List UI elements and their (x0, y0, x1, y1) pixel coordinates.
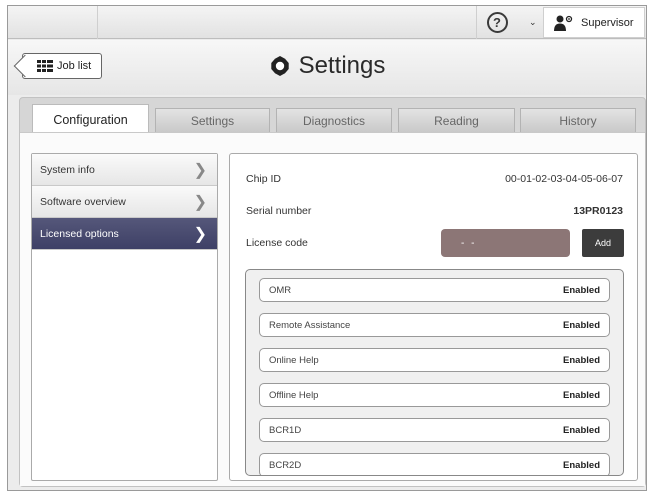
help-button[interactable]: ? (477, 9, 517, 36)
chevron-right-icon: ❯ (193, 194, 207, 211)
header: Job list Settings (8, 40, 646, 95)
chevron-right-icon: ❯ (193, 162, 207, 179)
list-item: Remote Assistance Enabled (259, 313, 610, 337)
chevron-right-icon: ❯ (193, 226, 207, 243)
chip-id-value: 00-01-02-03-04-05-06-07 (505, 173, 623, 185)
settings-panel: Configuration Settings Diagnostics Readi… (19, 97, 646, 487)
top-bar: ? ⌄ Supervisor (8, 6, 646, 39)
option-status: Enabled (563, 319, 600, 331)
menu-item-label: Licensed options (40, 227, 119, 240)
gear-icon (270, 56, 289, 76)
add-license-button[interactable]: Add (582, 229, 624, 257)
menu-item-system-info[interactable]: System info ❯ (32, 154, 217, 186)
chip-id-label: Chip ID (246, 173, 282, 185)
option-status: Enabled (563, 459, 600, 471)
user-role-label: Supervisor (581, 16, 634, 29)
tab-settings[interactable]: Settings (155, 108, 270, 133)
list-item: BCR1D Enabled (259, 418, 610, 442)
option-status: Enabled (563, 284, 600, 296)
option-name: BCR1D (269, 424, 302, 436)
tab-configuration[interactable]: Configuration (32, 104, 149, 134)
tab-history[interactable]: History (520, 108, 636, 133)
topbar-segment (8, 6, 98, 39)
tab-reading[interactable]: Reading (398, 108, 515, 133)
menu-item-label: System info (40, 163, 95, 176)
topbar-segment (98, 6, 477, 39)
user-button[interactable]: Supervisor (543, 7, 645, 38)
license-code-label: License code (246, 237, 308, 249)
list-item: Offline Help Enabled (259, 383, 610, 407)
tab-diagnostics[interactable]: Diagnostics (276, 108, 392, 133)
grid-icon (37, 60, 53, 72)
option-status: Enabled (563, 389, 600, 401)
page-title-group: Settings (8, 52, 646, 80)
serial-number-value: 13PR0123 (573, 205, 623, 217)
option-name: Remote Assistance (269, 319, 351, 331)
serial-number-label: Serial number (246, 205, 312, 217)
option-name: Online Help (269, 354, 319, 366)
config-menu: System info ❯ Software overview ❯ Licens… (31, 153, 218, 481)
menu-item-licensed-options[interactable]: Licensed options ❯ (32, 218, 217, 250)
option-name: Offline Help (269, 389, 319, 401)
licensed-options-list[interactable]: OMR Enabled Remote Assistance Enabled On… (245, 269, 624, 476)
license-code-input[interactable]: - - (441, 229, 570, 257)
user-settings-icon (554, 15, 573, 31)
option-status: Enabled (563, 424, 600, 436)
tab-content: System info ❯ Software overview ❯ Licens… (20, 132, 645, 486)
job-list-label: Job list (57, 60, 92, 72)
menu-item-software-overview[interactable]: Software overview ❯ (32, 186, 217, 218)
chevron-down-icon[interactable]: ⌄ (529, 17, 537, 28)
help-icon: ? (486, 12, 508, 33)
option-name: OMR (269, 284, 292, 296)
licensed-options-pane: Chip ID 00-01-02-03-04-05-06-07 Serial n… (229, 153, 638, 481)
list-item: OMR Enabled (259, 278, 610, 302)
page-title: Settings (298, 52, 386, 79)
list-item: Online Help Enabled (259, 348, 610, 372)
menu-item-label: Software overview (40, 195, 126, 208)
list-item: BCR2D Enabled (259, 453, 610, 475)
option-status: Enabled (563, 354, 600, 366)
option-name: BCR2D (269, 459, 302, 471)
app-window: ? ⌄ Supervisor Job list Settings Configu… (7, 5, 647, 491)
